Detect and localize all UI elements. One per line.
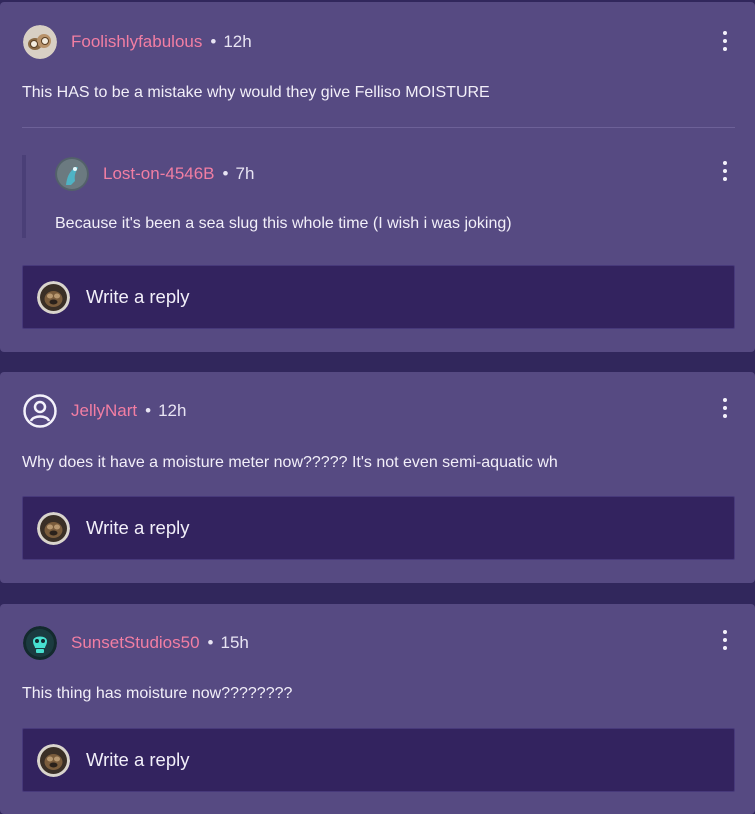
comment-timestamp: 12h xyxy=(158,401,187,420)
default-user-icon[interactable] xyxy=(23,394,57,428)
more-options-icon[interactable] xyxy=(715,394,735,422)
reply-placeholder: Write a reply xyxy=(86,517,190,538)
reply-placeholder: Write a reply xyxy=(86,286,190,307)
comment-card: JellyNart • 12h Why does it have a moist… xyxy=(0,372,755,583)
reply-timestamp: 7h xyxy=(235,164,255,183)
reply-username[interactable]: Lost-on-4546B xyxy=(103,164,215,184)
reply-placeholder: Write a reply xyxy=(86,749,190,770)
comment-username[interactable]: Foolishlyfabulous xyxy=(71,32,202,52)
reply-input[interactable]: Write a reply xyxy=(22,265,735,329)
user-avatar-icon xyxy=(37,743,70,777)
reply-input[interactable]: Write a reply xyxy=(22,496,735,560)
separator-dot: • xyxy=(210,32,217,51)
pet-avatar-icon[interactable] xyxy=(55,157,89,191)
comment-timestamp: 12h xyxy=(223,32,252,51)
comment-timestamp: 15h xyxy=(220,633,249,652)
divider xyxy=(22,127,735,128)
reply-text: Because it's been a sea slug this whole … xyxy=(55,215,512,232)
reply-header: Lost-on-4546B • 7h xyxy=(55,157,254,191)
comment-text: This thing has moisture now???????? xyxy=(22,685,293,702)
more-options-icon[interactable] xyxy=(715,626,735,654)
user-avatar-icon xyxy=(37,511,70,545)
comment-header: JellyNart • 12h xyxy=(23,394,186,428)
pet-avatar-icon[interactable] xyxy=(23,25,57,59)
comment-header: Foolishlyfabulous • 12h xyxy=(23,25,252,59)
reply-thread: Lost-on-4546B • 7h Because it's been a s… xyxy=(20,155,735,238)
comment-card: Foolishlyfabulous • 12h This HAS to be a… xyxy=(0,2,755,352)
separator-dot: • xyxy=(207,633,214,652)
separator-dot: • xyxy=(222,164,229,183)
more-options-icon[interactable] xyxy=(715,27,735,55)
comment-username[interactable]: SunsetStudios50 xyxy=(71,633,200,653)
thread-line xyxy=(22,155,26,238)
more-options-icon[interactable] xyxy=(715,157,735,185)
user-avatar-icon xyxy=(37,280,70,314)
separator-dot: • xyxy=(145,401,152,420)
comment-text: Why does it have a moisture meter now???… xyxy=(22,454,558,471)
skull-avatar-icon[interactable] xyxy=(23,626,57,660)
comment-header: SunsetStudios50 • 15h xyxy=(23,626,249,660)
comment-card: SunsetStudios50 • 15h This thing has moi… xyxy=(0,604,755,814)
comment-text: This HAS to be a mistake why would they … xyxy=(22,84,490,101)
reply-input[interactable]: Write a reply xyxy=(22,728,735,792)
comment-username[interactable]: JellyNart xyxy=(71,401,137,421)
